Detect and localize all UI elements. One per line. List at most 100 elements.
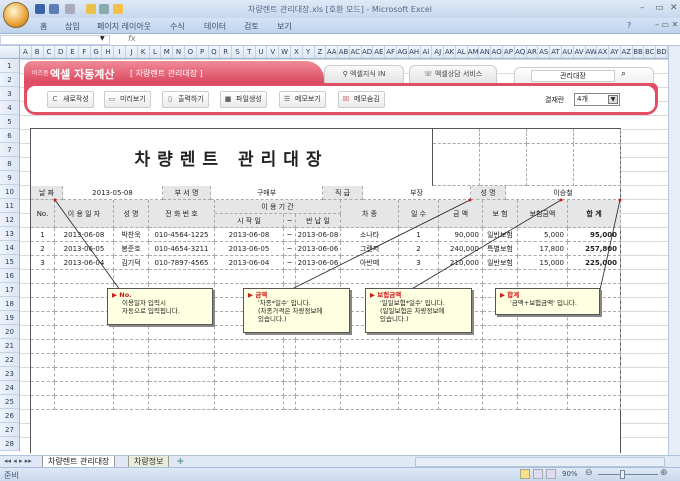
empty-cell[interactable] bbox=[31, 326, 55, 340]
cell-car[interactable]: 그랜저 bbox=[341, 242, 399, 256]
preview-button[interactable]: ▭ 미리보기 bbox=[104, 91, 151, 108]
column-header[interactable]: X bbox=[291, 46, 303, 58]
cell-tilde[interactable]: ~ bbox=[284, 242, 296, 256]
cell-days[interactable]: 2 bbox=[399, 242, 439, 256]
column-header[interactable]: AE bbox=[373, 46, 386, 58]
empty-cell[interactable] bbox=[114, 368, 149, 382]
empty-cell[interactable] bbox=[568, 396, 621, 410]
cell-total[interactable]: 225,000 bbox=[568, 256, 621, 270]
column-header[interactable]: AM bbox=[468, 46, 480, 58]
cell-no[interactable]: 3 bbox=[31, 256, 55, 270]
empty-cell[interactable] bbox=[284, 368, 296, 382]
vertical-scrollbar[interactable] bbox=[668, 46, 680, 455]
row-header[interactable]: 10 bbox=[0, 185, 19, 199]
normal-view-icon[interactable] bbox=[520, 469, 530, 479]
row-header[interactable]: 22 bbox=[0, 353, 19, 367]
cell-car[interactable]: 아반떼 bbox=[341, 256, 399, 270]
row-header[interactable]: 4 bbox=[0, 101, 19, 115]
cell-end[interactable]: 2013-06-06 bbox=[296, 256, 341, 270]
chevron-down-icon[interactable]: ▼ bbox=[608, 95, 618, 104]
empty-cell[interactable] bbox=[518, 326, 568, 340]
row-header[interactable]: 21 bbox=[0, 339, 19, 353]
approval-box[interactable] bbox=[433, 144, 480, 186]
empty-cell[interactable] bbox=[31, 284, 55, 298]
page-layout-view-icon[interactable] bbox=[533, 469, 543, 479]
column-header[interactable]: AF bbox=[385, 46, 397, 58]
excel-knowledge-link[interactable]: ⚲ 엑셀지식 IN bbox=[324, 65, 404, 83]
empty-cell[interactable] bbox=[215, 396, 284, 410]
approval-box[interactable] bbox=[527, 129, 574, 144]
cell-phone[interactable]: 010-4564-1225 bbox=[149, 228, 215, 242]
tab-data[interactable]: 데이터 bbox=[204, 21, 226, 32]
approval-box[interactable] bbox=[433, 129, 480, 144]
cell-start[interactable]: 2013-06-04 bbox=[215, 256, 284, 270]
cell-ins-amount[interactable]: 5,000 bbox=[518, 228, 568, 242]
cell-name[interactable]: 봉준호 bbox=[114, 242, 149, 256]
cell-days[interactable]: 3 bbox=[399, 256, 439, 270]
column-header[interactable]: BC bbox=[644, 46, 657, 58]
column-header[interactable]: AO bbox=[491, 46, 504, 58]
excel-consult-link[interactable]: ☏ 엑셀상담 서비스 bbox=[409, 65, 497, 83]
empty-cell[interactable] bbox=[31, 382, 55, 396]
empty-cell[interactable] bbox=[518, 368, 568, 382]
empty-cell[interactable] bbox=[568, 382, 621, 396]
cell-use-date[interactable]: 2013-06-08 bbox=[55, 228, 114, 242]
column-header[interactable]: N bbox=[173, 46, 185, 58]
empty-cell[interactable] bbox=[439, 340, 483, 354]
empty-cell[interactable] bbox=[296, 354, 341, 368]
column-header[interactable]: AZ bbox=[621, 46, 633, 58]
column-header[interactable]: AU bbox=[562, 46, 574, 58]
column-header[interactable]: T bbox=[244, 46, 256, 58]
empty-cell[interactable] bbox=[399, 354, 439, 368]
name-box-dropdown-icon[interactable]: ▼ bbox=[100, 35, 105, 42]
zoom-slider-thumb[interactable] bbox=[620, 470, 625, 479]
horizontal-scrollbar[interactable] bbox=[415, 457, 665, 467]
empty-cell[interactable] bbox=[399, 340, 439, 354]
cell-insurance[interactable]: 일반보험 bbox=[483, 228, 518, 242]
column-header[interactable]: AH bbox=[409, 46, 421, 58]
column-header[interactable]: L bbox=[150, 46, 162, 58]
column-header[interactable]: H bbox=[102, 46, 115, 58]
column-header[interactable]: AX bbox=[597, 46, 610, 58]
column-header[interactable]: AS bbox=[538, 46, 551, 58]
row-header[interactable]: 11 bbox=[0, 199, 19, 213]
empty-cell[interactable] bbox=[568, 368, 621, 382]
name-box[interactable] bbox=[0, 35, 110, 45]
print-button[interactable]: ▯ 출력하기 bbox=[162, 91, 209, 108]
new-button[interactable]: C 새로작성 bbox=[47, 91, 94, 108]
row-header[interactable]: 3 bbox=[0, 87, 19, 101]
empty-cell[interactable] bbox=[149, 326, 215, 340]
column-header[interactable]: BD bbox=[656, 46, 668, 58]
cell-end[interactable]: 2013-06-08 bbox=[296, 228, 341, 242]
row-header[interactable]: 8 bbox=[0, 157, 19, 171]
formula-input[interactable] bbox=[145, 35, 665, 45]
empty-cell[interactable] bbox=[568, 354, 621, 368]
empty-cell[interactable] bbox=[439, 368, 483, 382]
row-header[interactable]: 14 bbox=[0, 241, 19, 255]
maximize-icon[interactable]: ▭ bbox=[655, 3, 664, 13]
empty-cell[interactable] bbox=[483, 354, 518, 368]
column-header[interactable]: O bbox=[185, 46, 197, 58]
empty-cell[interactable] bbox=[31, 396, 55, 410]
tab-view[interactable]: 보기 bbox=[277, 21, 292, 32]
row-header[interactable]: 23 bbox=[0, 367, 19, 381]
empty-cell[interactable] bbox=[55, 284, 114, 298]
column-header[interactable]: AC bbox=[350, 46, 362, 58]
print-preview-icon[interactable] bbox=[99, 4, 109, 14]
empty-cell[interactable] bbox=[149, 354, 215, 368]
empty-cell[interactable] bbox=[439, 354, 483, 368]
row-header[interactable]: 9 bbox=[0, 171, 19, 185]
row-header[interactable]: 16 bbox=[0, 269, 19, 283]
empty-cell[interactable] bbox=[399, 368, 439, 382]
column-header[interactable]: P bbox=[197, 46, 209, 58]
tab-review[interactable]: 검토 bbox=[244, 21, 259, 32]
workbook-controls[interactable]: – ▭ ✕ bbox=[655, 20, 678, 29]
column-header[interactable]: AV bbox=[574, 46, 586, 58]
minimize-icon[interactable]: – bbox=[640, 3, 645, 13]
empty-cell[interactable] bbox=[55, 270, 114, 284]
cell-ins-amount[interactable]: 17,800 bbox=[518, 242, 568, 256]
empty-cell[interactable] bbox=[341, 368, 399, 382]
row-header[interactable]: 12 bbox=[0, 213, 19, 227]
cell-tilde[interactable]: ~ bbox=[284, 228, 296, 242]
column-header[interactable]: U bbox=[256, 46, 268, 58]
